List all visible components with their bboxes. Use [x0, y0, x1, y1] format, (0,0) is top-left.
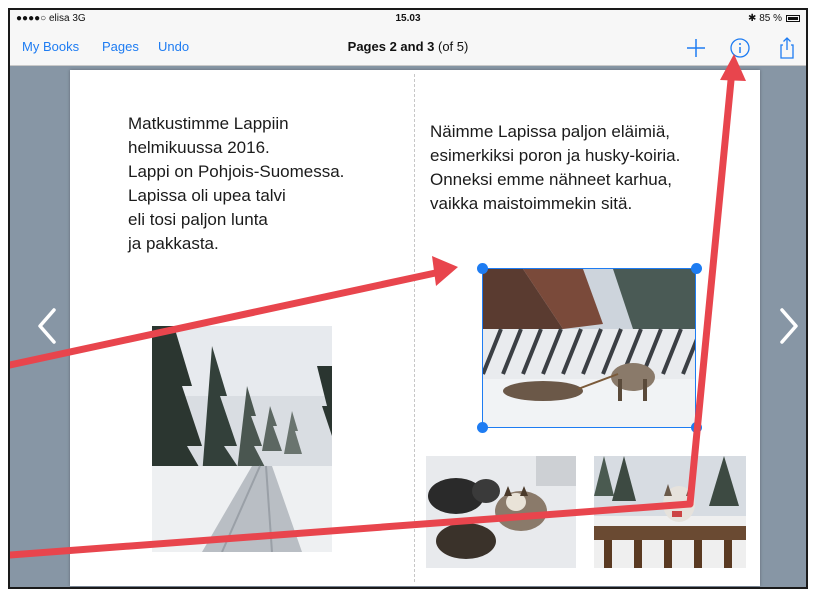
- ipad-screen: ●●●●○ elisa 3G 15.03 ✱ 85 % My Books Pag…: [8, 8, 808, 589]
- arrow-to-selected-photo: [10, 268, 444, 369]
- arrowhead-photo: [432, 256, 458, 286]
- arrow-to-info-button-up: [686, 66, 736, 508]
- annotation-arrows: [10, 54, 746, 559]
- arrow-to-info-button: [10, 500, 694, 559]
- arrowhead-info: [720, 54, 746, 81]
